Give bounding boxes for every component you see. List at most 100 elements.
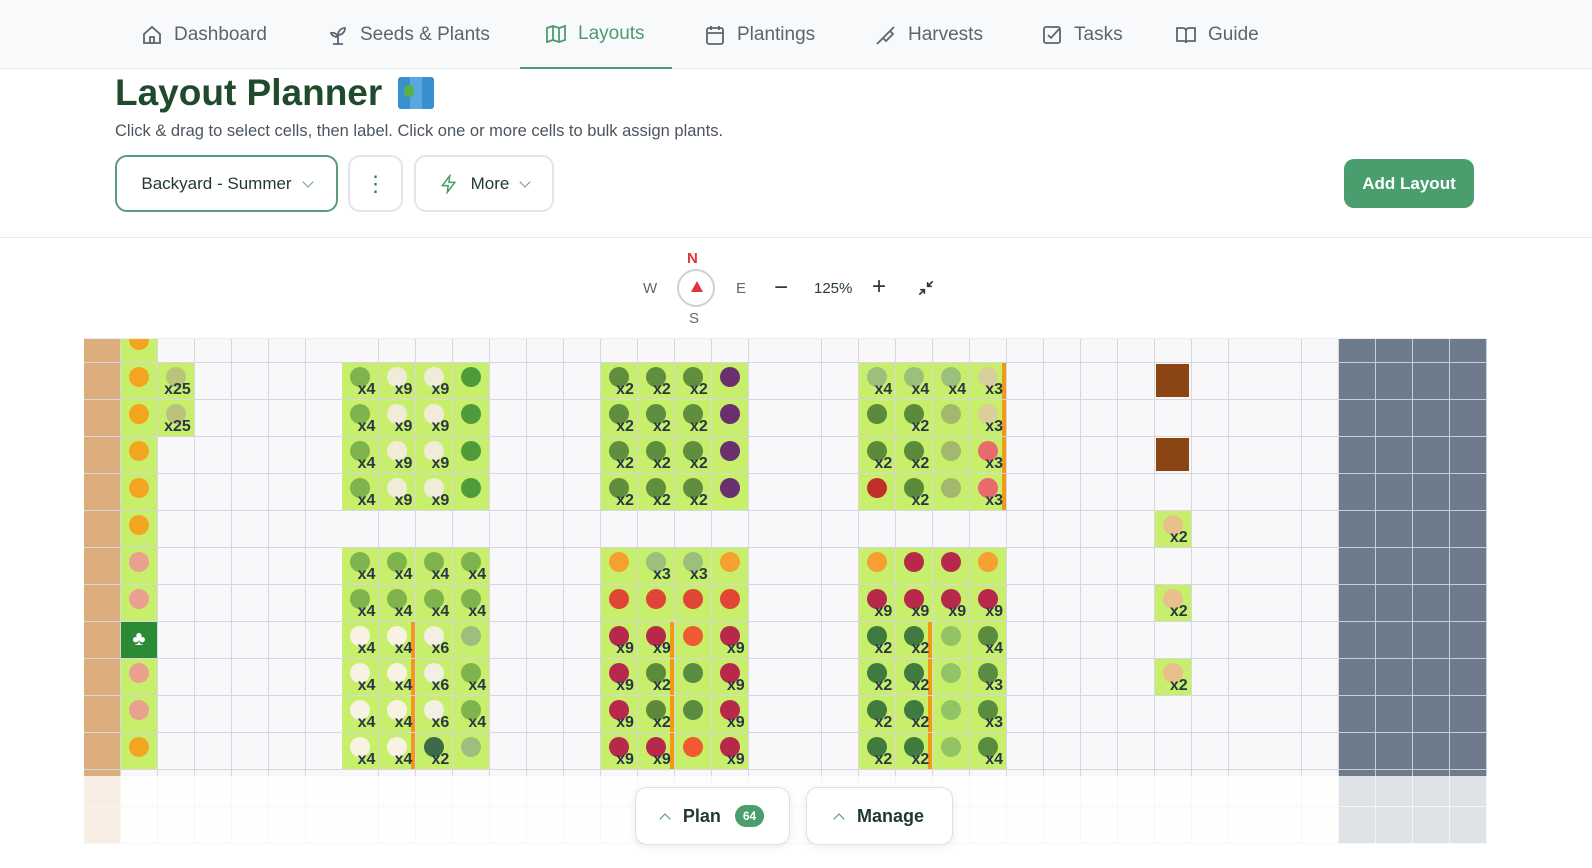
grid-cell[interactable] xyxy=(1154,696,1192,733)
structure-cell[interactable] xyxy=(1450,696,1487,733)
grid-cell[interactable] xyxy=(1191,585,1229,622)
structure-cell[interactable] xyxy=(1339,363,1377,400)
nav-plantings[interactable]: Plantings xyxy=(679,0,839,69)
grid-cell[interactable] xyxy=(1007,548,1044,585)
structure-cell[interactable] xyxy=(1450,622,1487,659)
grid-cell[interactable] xyxy=(490,622,528,659)
grid-cell[interactable] xyxy=(933,339,971,363)
planted-cell-sunflower[interactable] xyxy=(120,339,158,363)
grid-cell[interactable] xyxy=(268,511,306,548)
grid-cell[interactable] xyxy=(1265,659,1303,696)
planted-cell-sunflower[interactable] xyxy=(120,437,158,474)
planted-cell-broccoli[interactable]: x2 xyxy=(600,437,638,474)
grid-cell[interactable] xyxy=(1265,585,1303,622)
grid-cell[interactable] xyxy=(748,339,786,363)
grid-cell[interactable] xyxy=(527,548,565,585)
planted-cell-spinach[interactable]: x2 xyxy=(859,622,897,659)
grid-cell[interactable] xyxy=(1117,659,1155,696)
planted-cell-cucumber[interactable] xyxy=(933,696,971,733)
grid-cell[interactable] xyxy=(157,339,195,363)
grid-cell[interactable] xyxy=(268,622,306,659)
grid-cell[interactable] xyxy=(1080,733,1118,770)
grid-cell[interactable] xyxy=(1007,585,1044,622)
grid-cell[interactable] xyxy=(231,548,269,585)
path-cell[interactable] xyxy=(84,437,121,474)
structure-cell[interactable] xyxy=(1413,622,1451,659)
path-cell[interactable] xyxy=(84,696,121,733)
grid-cell[interactable] xyxy=(822,696,860,733)
grid-cell[interactable] xyxy=(822,585,860,622)
planted-cell-seedling[interactable]: x2 xyxy=(896,437,934,474)
planted-cell-spinach[interactable]: x2 xyxy=(896,659,934,696)
planted-cell-lettuce[interactable]: x4 xyxy=(379,585,417,622)
grid-cell[interactable] xyxy=(1043,585,1081,622)
path-cell[interactable] xyxy=(84,339,121,363)
grid-cell[interactable] xyxy=(1080,339,1118,363)
grid-cell[interactable] xyxy=(194,733,232,770)
planted-cell-onion[interactable]: x9 xyxy=(379,437,417,474)
planted-cell-spinach[interactable]: x2 xyxy=(896,622,934,659)
grid-cell[interactable] xyxy=(1191,659,1229,696)
grid-cell[interactable] xyxy=(1228,363,1266,400)
grid-cell[interactable] xyxy=(1007,363,1044,400)
grid-cell[interactable] xyxy=(896,511,934,548)
grid-cell[interactable] xyxy=(194,548,232,585)
grid-cell[interactable] xyxy=(563,363,601,400)
grid-cell[interactable] xyxy=(1043,363,1081,400)
nav-seeds-plants[interactable]: Seeds & Plants xyxy=(302,0,514,69)
grid-cell[interactable] xyxy=(1080,622,1118,659)
grid-cell[interactable] xyxy=(194,474,232,511)
grid-cell[interactable] xyxy=(490,659,528,696)
planted-cell-broccoli[interactable]: x2 xyxy=(637,474,675,511)
grid-cell[interactable] xyxy=(1302,474,1340,511)
planted-cell-daisy[interactable]: x4 xyxy=(379,659,417,696)
planted-cell-basil[interactable] xyxy=(674,659,712,696)
grid-cell[interactable] xyxy=(1154,548,1192,585)
planted-cell-cucumber[interactable] xyxy=(933,659,971,696)
planted-cell-leek[interactable]: x25 xyxy=(157,363,195,400)
layout-options-button[interactable]: ⋮ xyxy=(348,155,403,212)
grid-cell[interactable] xyxy=(822,659,860,696)
grid-cell[interactable] xyxy=(305,474,343,511)
grid-cell[interactable] xyxy=(1228,696,1266,733)
planted-cell-beet[interactable]: x9 xyxy=(600,659,638,696)
grid-cell[interactable] xyxy=(1154,622,1192,659)
grid-cell[interactable] xyxy=(1228,511,1266,548)
planted-cell-pepper[interactable] xyxy=(637,585,675,622)
grid-cell[interactable] xyxy=(527,511,565,548)
structure-cell[interactable] xyxy=(1376,622,1414,659)
grid-cell[interactable] xyxy=(1080,474,1118,511)
grid-cell[interactable] xyxy=(822,339,860,363)
planted-cell-zucchini[interactable] xyxy=(453,474,491,511)
grid-cell[interactable] xyxy=(194,585,232,622)
grid-cell[interactable] xyxy=(305,733,343,770)
grid-cell[interactable] xyxy=(268,339,306,363)
grid-cell[interactable] xyxy=(748,696,786,733)
planted-cell-onion[interactable]: x9 xyxy=(379,400,417,437)
grid-cell[interactable] xyxy=(1154,400,1192,437)
grid-cell[interactable] xyxy=(822,733,860,770)
planted-cell-beet[interactable]: x9 xyxy=(970,585,1008,622)
grid-cell[interactable] xyxy=(785,437,823,474)
planted-cell-pumpkin[interactable] xyxy=(933,474,971,511)
planted-cell-eggplant[interactable] xyxy=(711,437,749,474)
planted-cell-watermelon[interactable]: x3 xyxy=(970,437,1008,474)
planted-cell-zucchini[interactable] xyxy=(453,363,491,400)
grid-cell[interactable] xyxy=(859,339,897,363)
grid-cell[interactable] xyxy=(563,339,601,363)
grid-cell[interactable] xyxy=(674,511,712,548)
grid-cell[interactable] xyxy=(453,339,491,363)
planted-cell-daisy[interactable]: x4 xyxy=(379,622,417,659)
grid-cell[interactable] xyxy=(305,363,343,400)
grid-cell[interactable] xyxy=(1265,363,1303,400)
grid-cell[interactable] xyxy=(785,363,823,400)
grid-cell[interactable] xyxy=(1007,400,1044,437)
planted-cell-pinkflower[interactable] xyxy=(120,548,158,585)
grid-cell[interactable] xyxy=(1007,733,1044,770)
structure-cell[interactable] xyxy=(1413,511,1451,548)
grid-cell[interactable] xyxy=(1043,696,1081,733)
grid-cell[interactable] xyxy=(305,511,343,548)
structure-cell[interactable] xyxy=(1450,659,1487,696)
structure-cell[interactable] xyxy=(1339,733,1377,770)
grid-cell[interactable] xyxy=(342,511,380,548)
